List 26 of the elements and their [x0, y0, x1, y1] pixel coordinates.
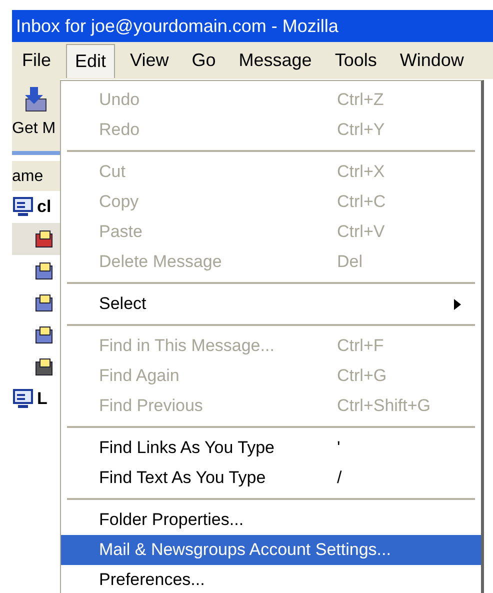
submenu-arrow-icon [454, 298, 461, 310]
tree-item[interactable]: cl [12, 191, 60, 223]
folder-icon [34, 293, 54, 313]
menu-title[interactable]: View [122, 44, 177, 77]
tree-item[interactable]: L [12, 383, 60, 415]
folder-icon [34, 261, 54, 281]
menu-title[interactable]: Edit [66, 44, 116, 78]
menu-title[interactable]: File [14, 44, 60, 77]
menu-title[interactable]: Window [392, 44, 472, 77]
menu-item[interactable]: Find Links As You Type ' [61, 433, 481, 463]
menu-title[interactable]: Tools [326, 44, 385, 77]
menu-title[interactable]: Go [184, 44, 224, 77]
menu-item[interactable]: Find Text As You Type / [61, 463, 481, 493]
folder-icon [34, 229, 54, 249]
toolbar-button-label[interactable]: Get M [12, 117, 56, 141]
title-bar: Inbox for joe@yourdomain.com - Mozilla [12, 10, 493, 42]
menu-item[interactable]: Folder Properties... [61, 505, 481, 535]
computer-icon [12, 388, 34, 410]
menu-item[interactable]: Preferences... [61, 565, 481, 593]
menu-title[interactable]: Message [230, 44, 320, 77]
column-header[interactable]: ame [12, 161, 60, 191]
trash-icon [34, 357, 54, 377]
menu-item[interactable]: Select [61, 289, 481, 319]
menu-item[interactable]: Mail & Newsgroups Account Settings... [61, 535, 481, 565]
folder-icon [34, 325, 54, 345]
computer-icon [12, 196, 34, 218]
